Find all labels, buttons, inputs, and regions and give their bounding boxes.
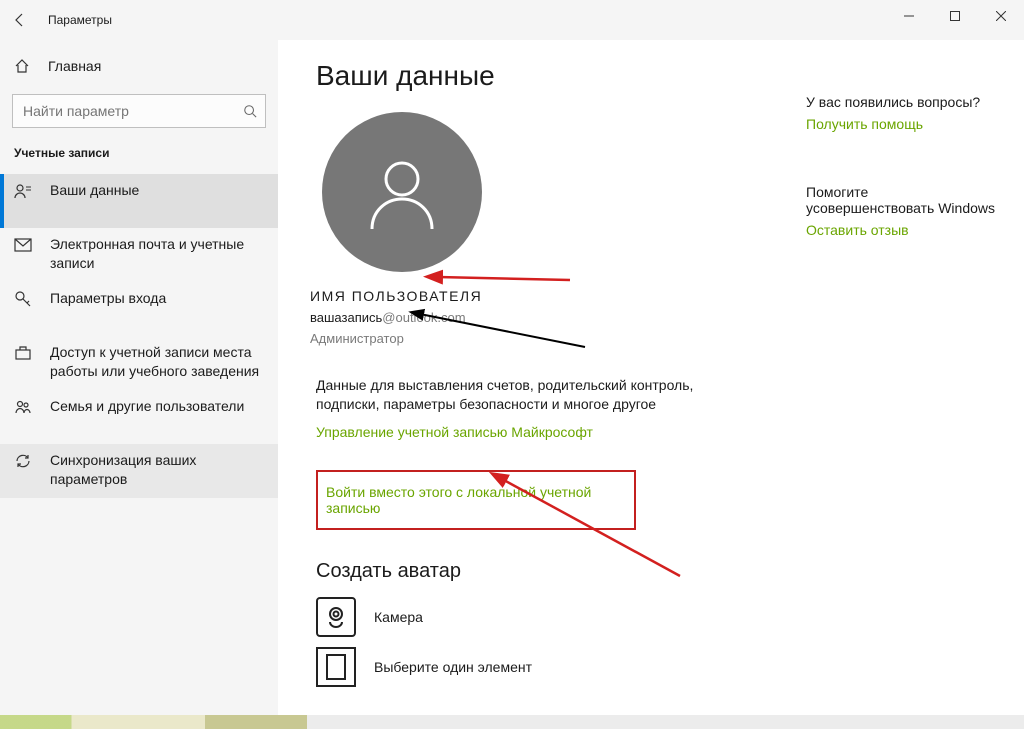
sidebar-item-signin[interactable]: Параметры входа bbox=[0, 282, 278, 336]
sidebar-item-work[interactable]: Доступ к учетной записи места работы или… bbox=[0, 336, 278, 390]
feedback-link[interactable]: Оставить отзыв bbox=[806, 222, 909, 238]
avatar-option-label: Камера bbox=[374, 609, 423, 625]
improve-windows-text: Помогите усовершенствовать Windows bbox=[806, 184, 996, 216]
page-title: Ваши данные bbox=[316, 60, 998, 92]
sidebar-item-sync[interactable]: Синхронизация ваших параметров bbox=[0, 444, 278, 498]
sidebar-item-family[interactable]: Семья и другие пользователи bbox=[0, 390, 278, 444]
back-button[interactable] bbox=[0, 0, 40, 40]
search-box[interactable] bbox=[12, 94, 266, 128]
briefcase-icon bbox=[14, 344, 32, 362]
help-question: У вас появились вопросы? bbox=[806, 94, 996, 110]
account-email: вашазапись@outlook.com bbox=[310, 310, 998, 325]
home-label: Главная bbox=[48, 58, 101, 74]
help-panel: У вас появились вопросы? Получить помощь… bbox=[806, 94, 996, 238]
manage-account-link[interactable]: Управление учетной записью Майкрософт bbox=[316, 424, 593, 440]
browse-icon bbox=[316, 647, 356, 687]
sidebar-item-your-info[interactable]: Ваши данные bbox=[0, 174, 278, 228]
local-signin-highlight: Войти вместо этого с локальной учетной з… bbox=[316, 470, 636, 530]
sidebar-item-label: Семья и другие пользователи bbox=[50, 397, 244, 416]
sidebar-item-label: Синхронизация ваших параметров bbox=[50, 451, 264, 489]
people-icon bbox=[14, 398, 32, 416]
sidebar-item-label: Ваши данные bbox=[50, 181, 139, 200]
taskbar-edge bbox=[0, 715, 1024, 729]
person-badge-icon bbox=[14, 182, 32, 200]
close-button[interactable] bbox=[978, 0, 1024, 32]
home-icon bbox=[14, 58, 30, 74]
maximize-button[interactable] bbox=[932, 0, 978, 32]
account-role: Администратор bbox=[310, 331, 998, 346]
account-username: ИМЯ ПОЛЬЗОВАТЕЛЯ bbox=[310, 288, 998, 304]
get-help-link[interactable]: Получить помощь bbox=[806, 116, 923, 132]
sidebar-section-heading: Учетные записи bbox=[14, 146, 264, 160]
search-icon bbox=[243, 104, 257, 118]
window-controls bbox=[886, 0, 1024, 32]
title-bar: Параметры bbox=[0, 0, 1024, 40]
avatar-option-camera[interactable]: Камера bbox=[316, 597, 998, 637]
sync-icon bbox=[14, 452, 32, 470]
settings-window: Параметры Главная Учетные за bbox=[0, 0, 1024, 729]
avatar-option-browse[interactable]: Выберите один элемент bbox=[316, 647, 998, 687]
main-content: Ваши данные ИМЯ ПОЛЬЗОВАТЕЛЯ вашазапись@… bbox=[278, 40, 1024, 715]
mail-icon bbox=[14, 236, 32, 254]
sidebar-item-label: Параметры входа bbox=[50, 289, 166, 308]
billing-description: Данные для выставления счетов, родительс… bbox=[316, 376, 696, 414]
sidebar-item-label: Электронная почта и учетные записи bbox=[50, 235, 264, 273]
sidebar-item-email[interactable]: Электронная почта и учетные записи bbox=[0, 228, 278, 282]
avatar bbox=[322, 112, 482, 272]
sidebar-item-label: Доступ к учетной записи места работы или… bbox=[50, 343, 264, 381]
key-icon bbox=[14, 290, 32, 308]
minimize-button[interactable] bbox=[886, 0, 932, 32]
home-link[interactable]: Главная bbox=[0, 46, 278, 86]
search-input[interactable] bbox=[17, 102, 243, 120]
local-signin-link[interactable]: Войти вместо этого с локальной учетной з… bbox=[326, 484, 626, 516]
avatar-option-label: Выберите один элемент bbox=[374, 659, 532, 675]
create-avatar-heading: Создать аватар bbox=[316, 560, 998, 583]
sidebar: Главная Учетные записи Ваши данные Элект… bbox=[0, 40, 278, 715]
window-title: Параметры bbox=[48, 13, 112, 27]
camera-icon bbox=[316, 597, 356, 637]
